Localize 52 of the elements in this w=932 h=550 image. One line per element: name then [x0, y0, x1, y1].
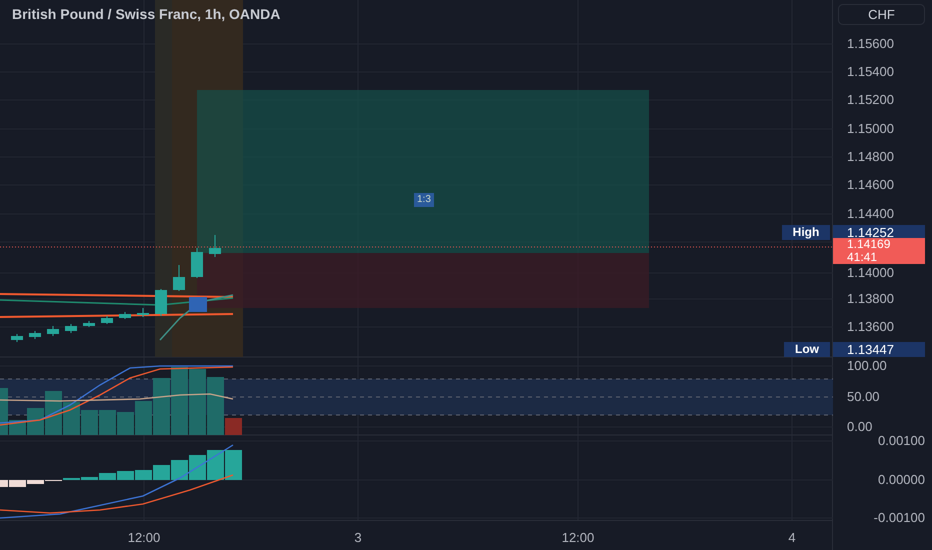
candlestick	[155, 288, 167, 316]
macd-label: 0.00100	[877, 433, 926, 449]
currency-button[interactable]: CHF	[838, 4, 925, 25]
risk-reward-label: 1:3	[414, 193, 434, 207]
histogram-bar	[63, 402, 80, 435]
candlestick	[65, 324, 77, 334]
price-label: 1.13600	[847, 319, 894, 335]
price-label: 1.15400	[847, 64, 894, 80]
histogram-bar	[171, 367, 188, 435]
profit-zone[interactable]	[197, 90, 649, 253]
histogram-bar	[117, 471, 134, 480]
histogram-bar	[99, 410, 116, 435]
time-label: 12:00	[128, 530, 160, 546]
histogram-bar	[189, 369, 206, 435]
low-price-label: 1.13447	[833, 342, 925, 357]
time-label: 4	[788, 530, 796, 546]
candlestick	[209, 234, 221, 258]
loss-zone[interactable]	[197, 253, 649, 308]
candlestick	[173, 264, 185, 292]
candlestick	[137, 308, 149, 318]
price-label: 1.15200	[847, 92, 894, 108]
oscillator-label: 100.00	[847, 358, 887, 374]
price-label: 1.15000	[847, 121, 894, 137]
chart-title: British Pound / Swiss Franc, 1h, OANDA	[12, 5, 280, 24]
candlestick	[47, 326, 59, 336]
histogram-bar	[81, 410, 98, 435]
candlestick	[191, 248, 203, 278]
macd-label: 0.00000	[877, 472, 926, 488]
histogram-bar	[207, 450, 224, 480]
histogram-bar	[225, 450, 242, 480]
price-label: 1.13800	[847, 291, 894, 307]
oscillator-label: 0.00	[847, 419, 872, 435]
candlestick	[83, 320, 95, 328]
macd-label: -0.00100	[872, 510, 926, 526]
candlestick	[101, 316, 113, 324]
candlestick	[119, 312, 131, 320]
time-label: 12:00	[562, 530, 594, 546]
time-label: 3	[354, 530, 362, 546]
price-label: 1.14400	[847, 206, 894, 222]
current-price-label: 1.14169 41:41	[833, 238, 925, 264]
price-label: 1.14800	[847, 149, 894, 165]
candlestick	[29, 330, 41, 340]
low-tag: Low	[784, 342, 830, 357]
oscillator-label: 50.00	[847, 389, 880, 405]
price-label: 1.14000	[847, 265, 894, 281]
candlestick	[11, 334, 23, 342]
histogram-bar	[171, 460, 188, 480]
high-tag: High	[782, 225, 830, 240]
marker-block	[189, 297, 207, 312]
histogram-bar	[189, 455, 206, 480]
price-label: 1.14600	[847, 177, 894, 193]
price-label: 1.15600	[847, 36, 894, 52]
